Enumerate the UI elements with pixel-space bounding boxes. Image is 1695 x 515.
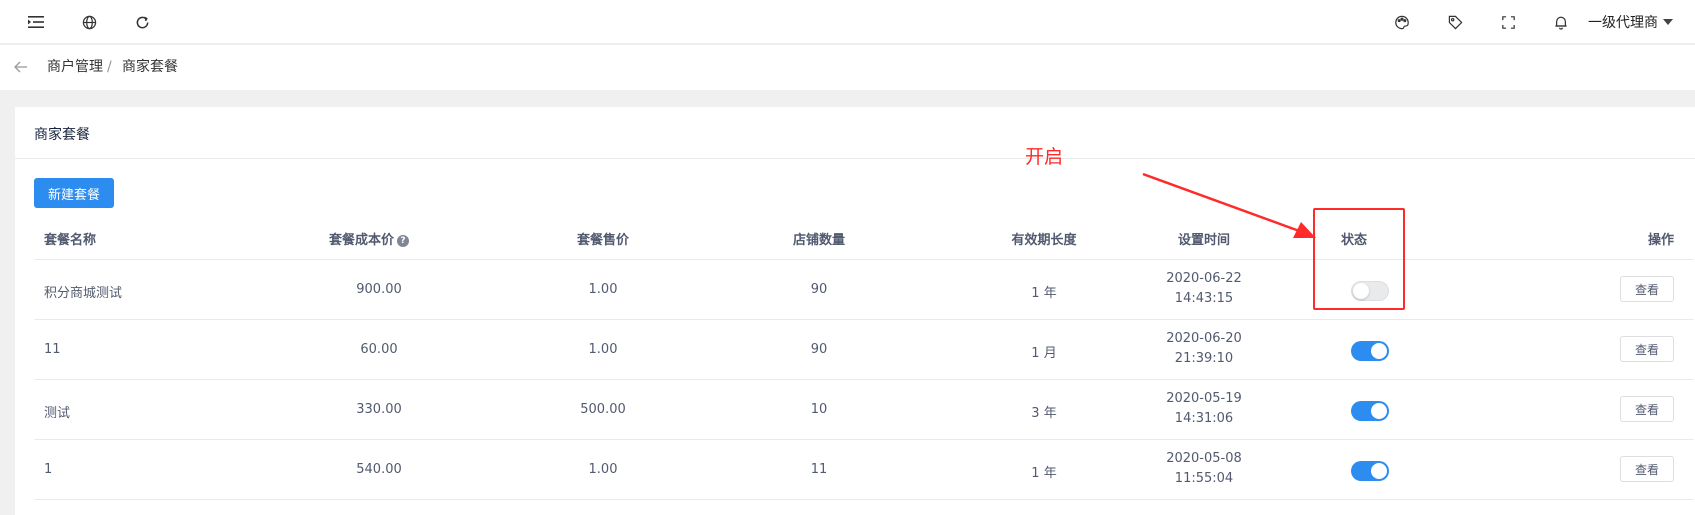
cell-price: 1.00 xyxy=(588,462,618,477)
bell-icon[interactable] xyxy=(1550,11,1572,33)
cell-clock: 11:55:04 xyxy=(1174,471,1234,486)
col-header-stores: 店铺数量 xyxy=(792,233,845,248)
card-title: 商家套餐 xyxy=(34,127,90,143)
cell-cost: 540.00 xyxy=(356,462,402,477)
cell-price: 1.00 xyxy=(588,282,618,297)
cell-name: 1 xyxy=(44,462,53,477)
cell-clock: 14:43:15 xyxy=(1174,291,1234,306)
package-card: 商家套餐 新建套餐 套餐名称 套餐成本价? 套餐售价 店铺数量 有效期长度 设置… xyxy=(15,107,1695,515)
divider xyxy=(15,158,1695,159)
cell-validity: 1 年 xyxy=(1031,286,1057,301)
cell-stores: 90 xyxy=(810,342,828,357)
cell-time: 2020-05-19 14:31:06 xyxy=(1154,389,1254,429)
view-button[interactable]: 查看 xyxy=(1620,276,1674,302)
user-menu[interactable]: 一级代理商 xyxy=(1588,11,1673,33)
new-package-button[interactable]: 新建套餐 xyxy=(34,178,114,208)
cell-name: 11 xyxy=(44,342,61,357)
menu-fold-icon[interactable] xyxy=(25,11,47,33)
cell-clock: 14:31:06 xyxy=(1174,411,1234,426)
col-header-cost-label: 套餐成本价 xyxy=(329,233,395,248)
annotation-highlight-box xyxy=(1313,208,1405,310)
help-icon[interactable]: ? xyxy=(397,235,410,247)
status-switch[interactable] xyxy=(1351,461,1389,481)
cell-time: 2020-05-08 11:55:04 xyxy=(1154,449,1254,489)
view-button[interactable]: 查看 xyxy=(1620,396,1674,422)
col-header-validity: 有效期长度 xyxy=(1011,233,1077,248)
status-switch[interactable] xyxy=(1351,401,1389,421)
row-divider xyxy=(34,439,1694,440)
cell-date: 2020-06-22 xyxy=(1166,271,1242,286)
row-divider xyxy=(34,319,1694,320)
annotation-arrow xyxy=(1142,172,1316,238)
tag-icon[interactable] xyxy=(1444,11,1466,33)
globe-icon[interactable] xyxy=(78,11,100,33)
cell-date: 2020-05-08 xyxy=(1166,451,1242,466)
cell-price: 500.00 xyxy=(580,402,626,417)
view-button[interactable]: 查看 xyxy=(1620,456,1674,482)
breadcrumb-item-package: 商家套餐 xyxy=(122,59,178,75)
cell-validity: 3 年 xyxy=(1031,406,1057,421)
cell-cost: 330.00 xyxy=(356,402,402,417)
cell-stores: 11 xyxy=(810,462,828,477)
caret-down-icon xyxy=(1663,19,1673,25)
switch-knob xyxy=(1371,463,1387,479)
cell-validity: 1 年 xyxy=(1031,466,1057,481)
cell-time: 2020-06-22 14:43:15 xyxy=(1154,269,1254,309)
cell-name: 积分商城测试 xyxy=(44,286,123,301)
palette-icon[interactable] xyxy=(1391,11,1413,33)
view-button[interactable]: 查看 xyxy=(1620,336,1674,362)
col-header-price: 套餐售价 xyxy=(576,233,629,248)
row-divider xyxy=(34,379,1694,380)
cell-price: 1.00 xyxy=(588,342,618,357)
back-arrow-icon[interactable] xyxy=(12,58,30,76)
switch-knob xyxy=(1371,343,1387,359)
cell-date: 2020-06-20 xyxy=(1166,331,1242,346)
breadcrumb: 商户管理 / 商家套餐 xyxy=(0,45,1695,90)
user-name: 一级代理商 xyxy=(1588,15,1658,31)
cell-date: 2020-05-19 xyxy=(1166,391,1242,406)
top-header: 一级代理商 xyxy=(0,0,1695,44)
cell-clock: 21:39:10 xyxy=(1174,351,1234,366)
fullscreen-icon[interactable] xyxy=(1497,11,1519,33)
refresh-icon[interactable] xyxy=(131,11,153,33)
cell-stores: 90 xyxy=(810,282,828,297)
breadcrumb-separator: / xyxy=(107,59,112,75)
col-header-cost: 套餐成本价? xyxy=(329,229,410,248)
header-divider xyxy=(34,259,1694,260)
row-divider xyxy=(34,499,1694,500)
breadcrumb-item-merchant[interactable]: 商户管理 xyxy=(47,58,103,76)
cell-time: 2020-06-20 21:39:10 xyxy=(1154,329,1254,369)
switch-knob xyxy=(1371,403,1387,419)
cell-stores: 10 xyxy=(810,402,828,417)
cell-cost: 60.00 xyxy=(360,342,398,357)
cell-cost: 900.00 xyxy=(356,282,402,297)
annotation-label: 开启 xyxy=(1025,146,1064,168)
status-switch[interactable] xyxy=(1351,341,1389,361)
col-header-action: 操作 xyxy=(1647,233,1674,248)
cell-name: 测试 xyxy=(44,406,71,421)
cell-validity: 1 月 xyxy=(1031,346,1057,361)
col-header-name: 套餐名称 xyxy=(44,233,97,248)
